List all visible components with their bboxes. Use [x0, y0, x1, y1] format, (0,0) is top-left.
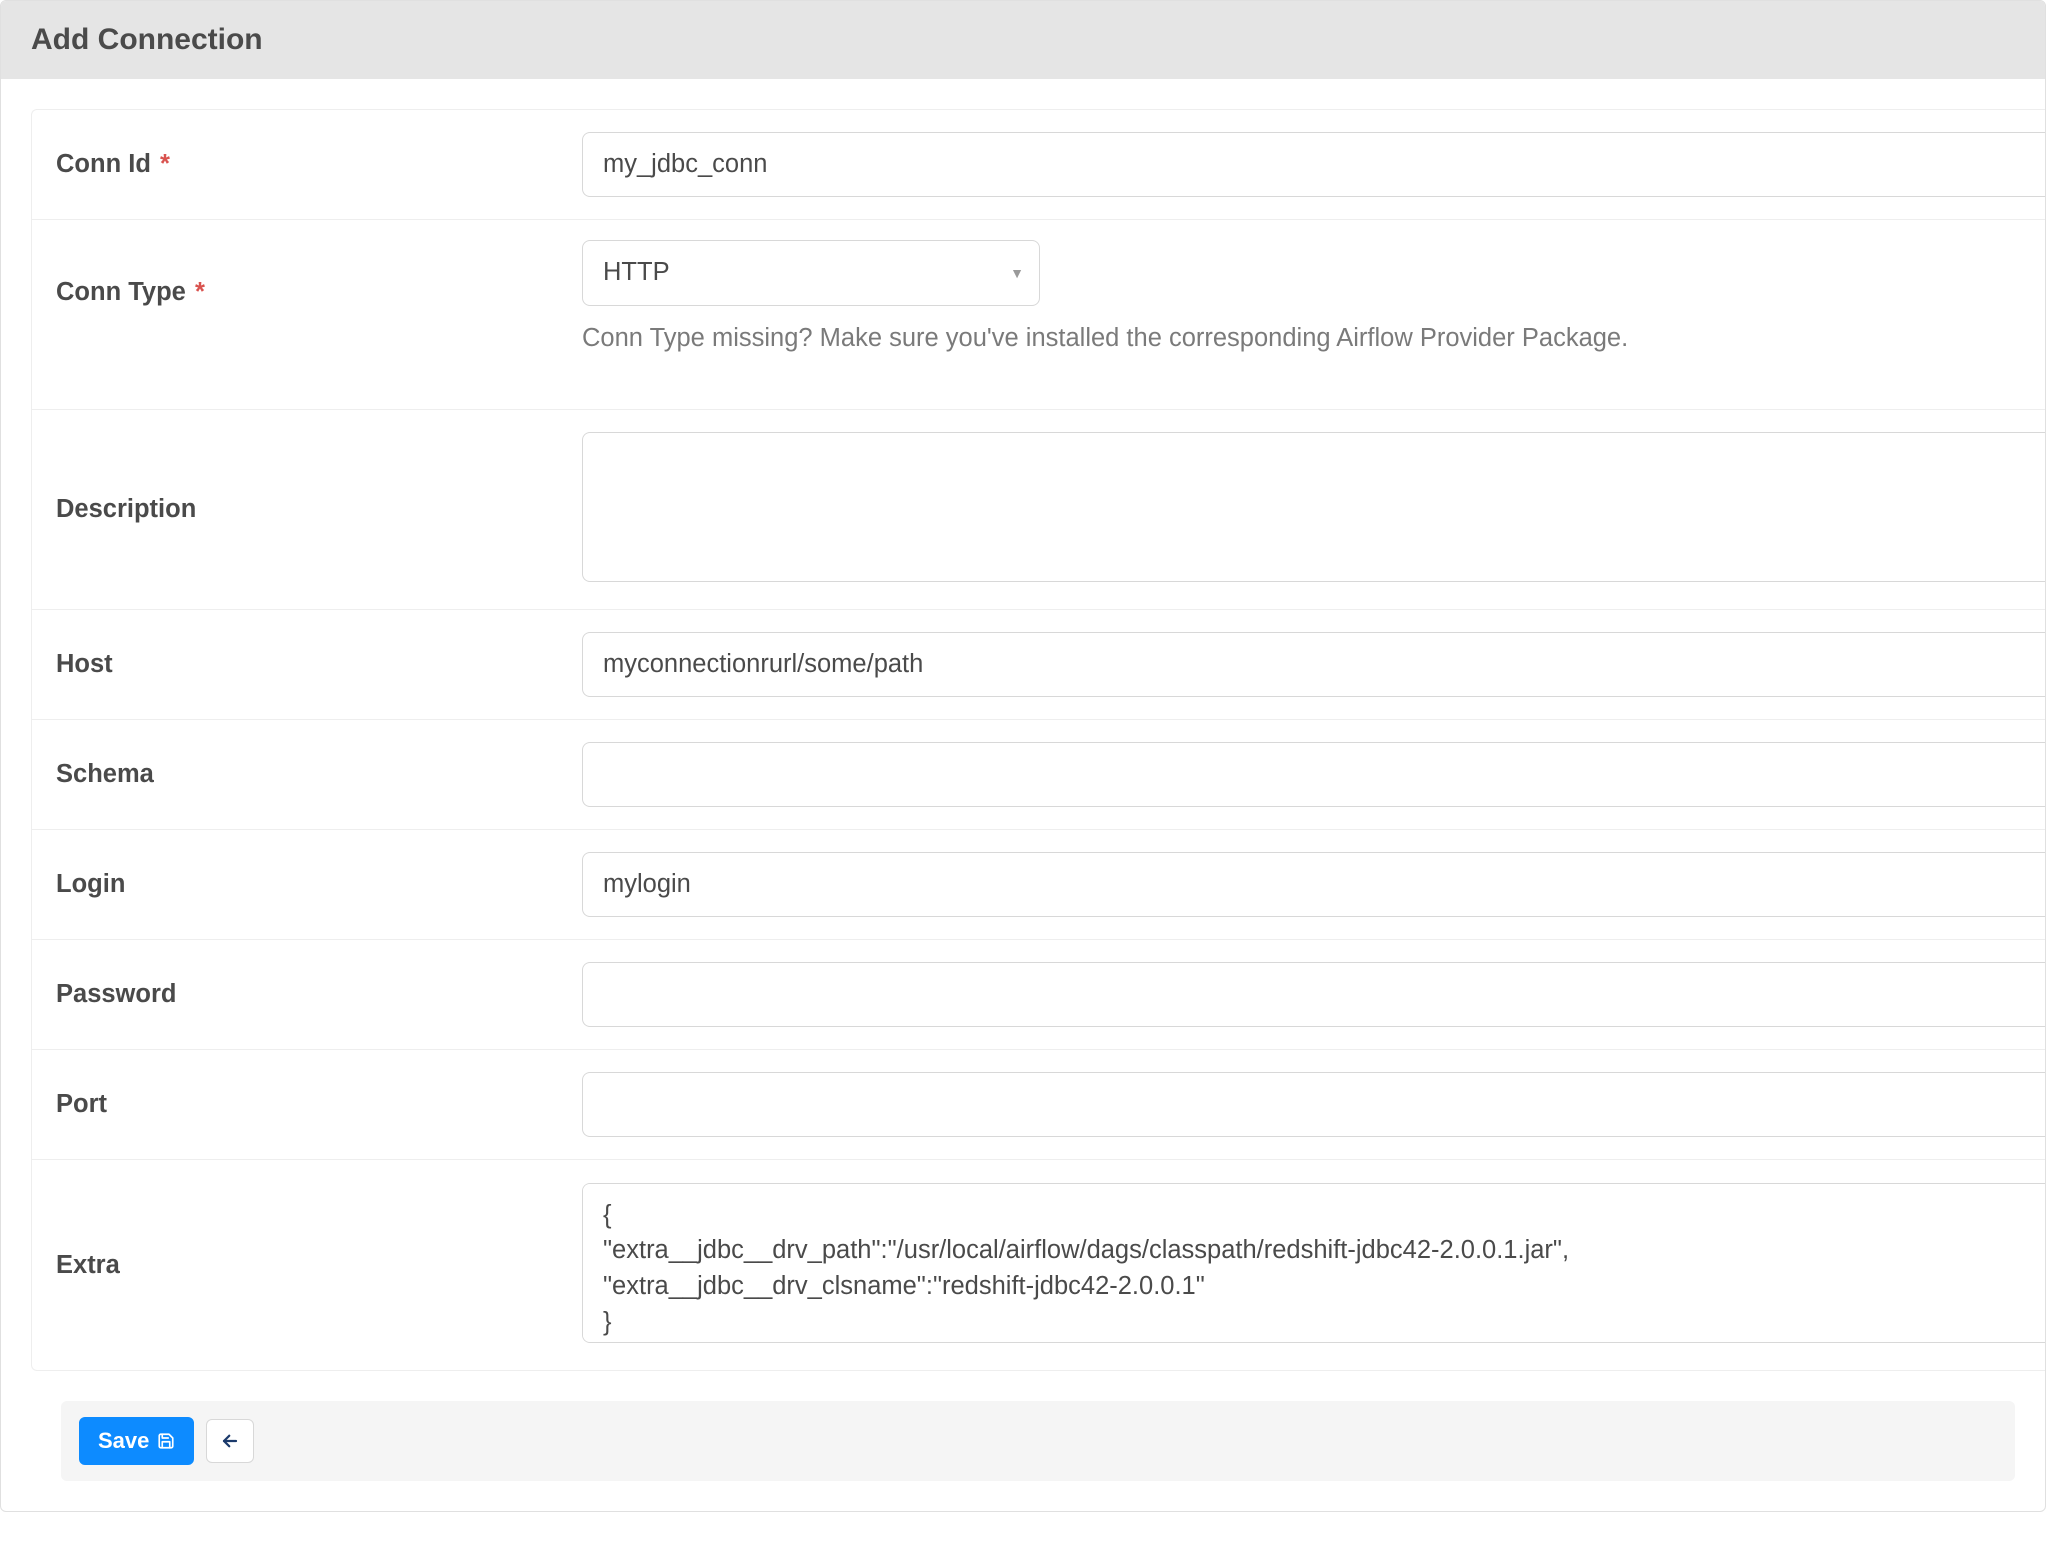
description-input[interactable]	[582, 432, 2045, 582]
row-host: Host	[32, 610, 2045, 720]
conn-type-select-wrap: ▼	[582, 240, 1040, 306]
row-description: Description	[32, 410, 2045, 610]
required-asterisk: *	[195, 278, 205, 306]
label-conn-type: Conn Type *	[32, 220, 582, 327]
arrow-left-icon	[221, 1432, 239, 1450]
label-host: Host	[32, 630, 582, 699]
login-input[interactable]	[582, 852, 2045, 918]
form-body: Conn Id * Conn Type *	[1, 79, 2045, 1511]
host-input[interactable]	[582, 632, 2045, 698]
label-extra: Extra	[32, 1231, 582, 1300]
label-conn-id: Conn Id *	[32, 130, 582, 199]
password-input[interactable]	[582, 962, 2045, 1028]
required-asterisk: *	[160, 150, 170, 178]
label-conn-type-text: Conn Type	[56, 278, 186, 306]
row-conn-id: Conn Id *	[32, 110, 2045, 220]
row-extra: Extra	[32, 1160, 2045, 1370]
form-table: Conn Id * Conn Type *	[31, 109, 2045, 1371]
conn-id-input[interactable]	[582, 132, 2045, 198]
label-description: Description	[32, 475, 582, 544]
port-input[interactable]	[582, 1072, 2045, 1138]
row-schema: Schema	[32, 720, 2045, 830]
label-login: Login	[32, 850, 582, 919]
label-conn-id-text: Conn Id	[56, 150, 151, 178]
footer-bar: Save	[61, 1401, 2015, 1481]
row-conn-type: Conn Type * ▼ Conn Type missing? Make su…	[32, 220, 2045, 410]
row-login: Login	[32, 830, 2045, 940]
label-password: Password	[32, 960, 582, 1029]
schema-input[interactable]	[582, 742, 2045, 808]
row-password: Password	[32, 940, 2045, 1050]
save-button[interactable]: Save	[79, 1417, 194, 1465]
label-port: Port	[32, 1070, 582, 1139]
save-button-label: Save	[98, 1430, 149, 1452]
back-button[interactable]	[206, 1419, 254, 1463]
row-port: Port	[32, 1050, 2045, 1160]
label-schema: Schema	[32, 740, 582, 809]
panel-title: Add Connection	[1, 1, 2045, 79]
save-icon	[157, 1432, 175, 1450]
conn-type-select[interactable]	[582, 240, 1040, 306]
conn-type-help: Conn Type missing? Make sure you've inst…	[582, 324, 2045, 353]
extra-input[interactable]	[582, 1183, 2045, 1343]
add-connection-panel: Add Connection Conn Id * Conn Type	[0, 0, 2046, 1512]
